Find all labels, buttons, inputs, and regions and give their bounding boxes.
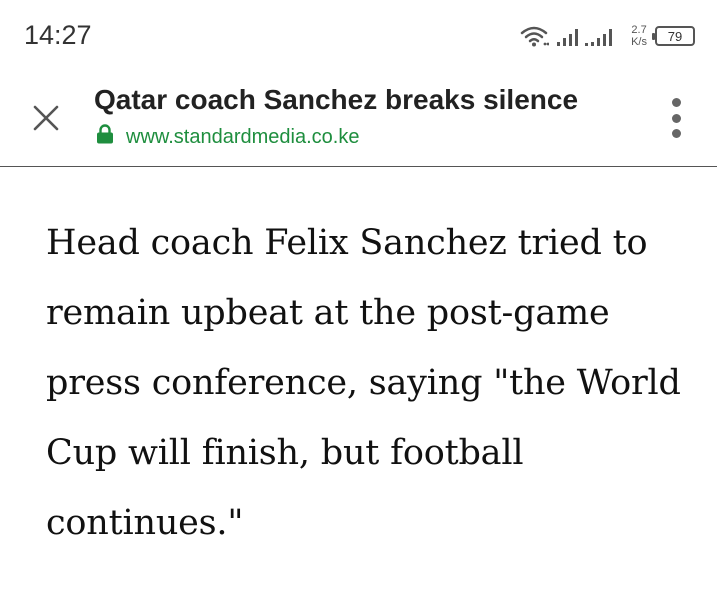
close-button[interactable] bbox=[26, 100, 66, 140]
url-bar[interactable]: www.standardmedia.co.ke bbox=[96, 124, 359, 150]
more-vertical-icon bbox=[671, 98, 681, 107]
page-title: Qatar coach Sanchez breaks silence bbox=[94, 84, 579, 115]
article-body: Head coach Felix Sanchez tried to remain… bbox=[46, 208, 686, 558]
more-vertical-icon-dot bbox=[671, 129, 681, 138]
battery-icon: 79 bbox=[652, 26, 695, 46]
network-speed: 2.7 K/s bbox=[631, 24, 647, 48]
url-text: www.standardmedia.co.ke bbox=[126, 125, 360, 148]
close-icon bbox=[33, 105, 59, 136]
browser-toolbar: Qatar coach Sanchez breaks silence www.s… bbox=[0, 72, 717, 167]
wifi-icon bbox=[519, 25, 550, 47]
more-vertical-icon-dot bbox=[671, 113, 681, 123]
status-bar: 14:27 2.7 K/s 79 bbox=[0, 0, 717, 72]
network-speed-value: 2.7 bbox=[631, 24, 647, 36]
more-options-button[interactable] bbox=[665, 98, 687, 138]
status-icons: 2.7 K/s 79 bbox=[519, 22, 695, 50]
lock-icon bbox=[96, 124, 114, 150]
signal-icon bbox=[557, 25, 623, 47]
status-time: 14:27 bbox=[24, 20, 92, 50]
network-speed-unit: K/s bbox=[631, 36, 647, 48]
article-paragraph: Head coach Felix Sanchez tried to remain… bbox=[46, 223, 681, 543]
battery-level: 79 bbox=[667, 28, 683, 44]
